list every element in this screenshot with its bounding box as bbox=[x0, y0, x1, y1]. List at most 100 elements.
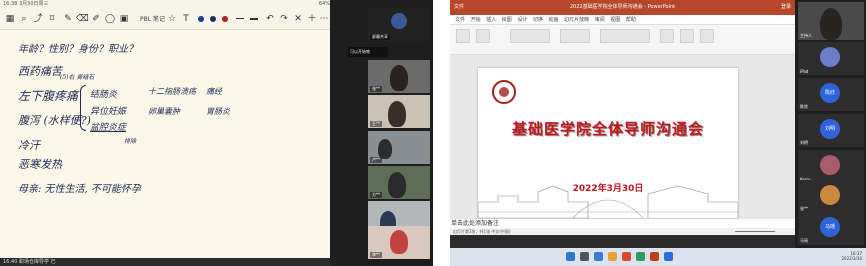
ppt-status-bar: 幻灯片第1张，共1张 中文(中国) bbox=[450, 228, 795, 235]
note-line: 胃肠炎 bbox=[206, 107, 230, 116]
video-tile[interactable]: 张** bbox=[798, 180, 864, 213]
login-button[interactable]: 登录 bbox=[781, 0, 791, 15]
participant-name: 屏幕共享 bbox=[370, 34, 390, 40]
video-tile[interactable]: 马瑶 马瑶 bbox=[798, 212, 864, 245]
participant-tile[interactable]: 王** bbox=[368, 95, 430, 128]
avatar bbox=[388, 172, 406, 198]
taskview-icon[interactable] bbox=[594, 252, 603, 261]
wechat-icon[interactable] bbox=[636, 252, 645, 261]
handwritten-note-page[interactable]: 年龄？性别？身份？职业？ 西药痛苦 (5)右 肾结石 左下腹疼痛 结肠炎 十二指… bbox=[0, 30, 330, 258]
battery-indicator: 64% bbox=[318, 1, 330, 7]
participant-name: 张** bbox=[370, 86, 382, 92]
meeting-app-icon[interactable] bbox=[664, 252, 673, 261]
powerpoint-icon[interactable] bbox=[650, 252, 659, 261]
avatar bbox=[820, 155, 840, 175]
add-page-icon[interactable]: ＋ bbox=[306, 13, 318, 25]
avatar: 刘明 bbox=[820, 119, 840, 139]
search-icon[interactable]: ⌕ bbox=[18, 13, 30, 25]
meeting-bottom-bar: 16:40 职场仓库导学 已 bbox=[0, 258, 330, 266]
pen-width-thin[interactable] bbox=[236, 18, 244, 19]
chrome-icon[interactable] bbox=[622, 252, 631, 261]
lasso-icon[interactable]: ◯ bbox=[104, 13, 116, 25]
note-title: PBL 笔记 bbox=[140, 16, 165, 23]
start-icon[interactable] bbox=[566, 252, 575, 261]
participant-name: 主持人 bbox=[800, 33, 812, 38]
avatar bbox=[820, 185, 840, 205]
participant-name: 卢** bbox=[370, 157, 382, 163]
file-explorer-icon[interactable] bbox=[608, 252, 617, 261]
video-panel: 主持人 iPad 陈欣 陈欣 刘明 刘明 Kerry 张** bbox=[795, 0, 866, 248]
redo-icon[interactable]: ↷ bbox=[278, 13, 290, 25]
undo-icon[interactable]: ↶ bbox=[264, 13, 276, 25]
avatar bbox=[391, 13, 407, 29]
star-icon[interactable]: ☆ bbox=[166, 13, 178, 25]
speaker-notes[interactable]: 单击此处添加备注 bbox=[450, 219, 795, 228]
avatar bbox=[820, 8, 842, 40]
new-slide-button[interactable] bbox=[476, 29, 490, 43]
participant-tile[interactable]: 张** bbox=[368, 60, 430, 93]
designer-button[interactable] bbox=[700, 29, 714, 43]
text-tool-icon[interactable]: T bbox=[180, 13, 192, 25]
grid-icon[interactable]: ▦ bbox=[4, 13, 16, 25]
note-line: 西药痛苦 bbox=[18, 65, 62, 78]
drawing-group[interactable] bbox=[600, 29, 650, 43]
taskbar-clock: 16:37 2022/3/30 bbox=[841, 251, 862, 261]
video-tile-host[interactable]: 主持人 bbox=[798, 2, 864, 40]
participant-panel: 屏幕共享 张** 王** 卢** 方** 刘** bbox=[330, 0, 433, 266]
ribbon-tabs[interactable]: 文件 开始 插入 绘图 设计 切换 动画 幻灯片放映 审阅 视图 帮助 bbox=[450, 15, 795, 25]
participant-tile[interactable]: 屏幕共享 bbox=[368, 8, 430, 41]
pen-color-blue[interactable] bbox=[198, 16, 204, 22]
share-icon[interactable]: ⤴ bbox=[32, 13, 44, 25]
pen-color-red[interactable] bbox=[222, 16, 228, 22]
note-line: 排除 bbox=[124, 138, 137, 145]
university-logo bbox=[492, 80, 516, 104]
paragraph-group[interactable] bbox=[560, 29, 590, 43]
eraser-icon[interactable]: ⌫ bbox=[76, 13, 89, 25]
note-line: 冷汗 bbox=[18, 139, 40, 152]
avatar bbox=[390, 65, 408, 91]
video-tile[interactable]: Kerry bbox=[798, 150, 864, 183]
avatar bbox=[378, 139, 392, 159]
left-screen: 16:38 3月30日周三 64% ▦ ⌕ ⤴ ⌑ ✎ ⌫ ✐ ◯ ▣ PBL … bbox=[0, 0, 433, 266]
clock-date: 2022/3/30 bbox=[841, 256, 862, 261]
participant-tile[interactable]: 卢** bbox=[368, 131, 430, 164]
zoom-slider[interactable] bbox=[735, 231, 775, 232]
participant-tile[interactable]: 方** bbox=[368, 166, 430, 199]
note-toolbar: ▦ ⌕ ⤴ ⌑ ✎ ⌫ ✐ ◯ ▣ PBL 笔记 ☆ T ↶ ↷ ✕ ＋ ⋯ bbox=[0, 8, 330, 30]
note-line: 年龄？性别？身份？职业？ bbox=[18, 44, 138, 55]
bookmark-icon[interactable]: ⌑ bbox=[46, 13, 58, 25]
avatar bbox=[820, 47, 840, 67]
right-screen: 文件 2022基础医学院全体导师沟通会 - PowerPoint 登录 文件 开… bbox=[450, 0, 866, 266]
paste-button[interactable] bbox=[456, 29, 470, 43]
avatar bbox=[388, 101, 406, 127]
font-box[interactable] bbox=[510, 29, 550, 43]
note-line: (5)右 肾结石 bbox=[60, 74, 95, 81]
note-line: 腹泻 (水样便?) bbox=[18, 114, 91, 127]
pen-tool-icon[interactable]: ✎ bbox=[62, 13, 74, 25]
windows-taskbar: 16:37 2022/3/30 bbox=[450, 248, 866, 266]
participant-name: 王** bbox=[370, 121, 382, 127]
video-tile[interactable]: 刘明 刘明 bbox=[798, 114, 864, 147]
slide-canvas[interactable]: 基础医学院全体导师沟通会 2022年3月30日 bbox=[478, 68, 738, 218]
pen-width-medium[interactable] bbox=[250, 18, 258, 20]
find-button[interactable] bbox=[660, 29, 674, 43]
participant-name: 方** bbox=[370, 192, 382, 198]
close-icon[interactable]: ✕ bbox=[292, 13, 304, 25]
video-tile[interactable]: 陈欣 陈欣 bbox=[798, 78, 864, 111]
file-menu[interactable]: 文件 bbox=[454, 0, 464, 15]
note-line: 母亲: 无性生活, 不可能怀孕 bbox=[18, 184, 141, 195]
campus-sketch bbox=[478, 185, 738, 218]
video-tile[interactable]: iPad bbox=[798, 42, 864, 75]
participant-name: 刘明 bbox=[800, 140, 808, 145]
window-title-bar: 文件 2022基础医学院全体导师沟通会 - PowerPoint 登录 bbox=[450, 0, 795, 15]
pen-color-navy[interactable] bbox=[210, 16, 216, 22]
dictate-button[interactable] bbox=[680, 29, 694, 43]
highlighter-icon[interactable]: ✐ bbox=[90, 13, 102, 25]
more-icon[interactable]: ⋯ bbox=[318, 13, 330, 25]
search-icon[interactable] bbox=[580, 252, 589, 261]
participant-tile[interactable]: 李** bbox=[368, 226, 430, 259]
composite-screenshot: 16:38 3月30日周三 64% ▦ ⌕ ⤴ ⌑ ✎ ⌫ ✐ ◯ ▣ PBL … bbox=[0, 0, 866, 266]
image-icon[interactable]: ▣ bbox=[118, 13, 130, 25]
participant-name: 马瑶 bbox=[800, 238, 808, 243]
speaker-tag: 可以开始咯 bbox=[348, 47, 388, 57]
